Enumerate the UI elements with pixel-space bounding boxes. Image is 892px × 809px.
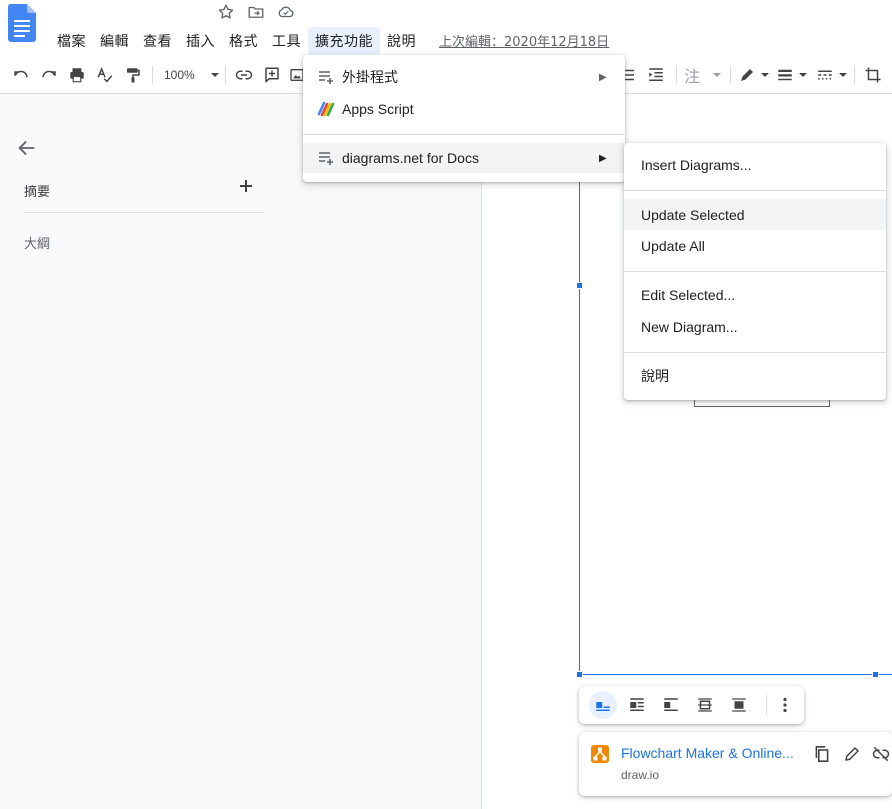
link-preview-card: Flowchart Maker & Online... draw.io	[579, 732, 892, 796]
resize-handle[interactable]	[576, 671, 583, 678]
toolbar-divider	[730, 66, 731, 84]
diagrams-net-submenu: Insert Diagrams... Update Selected Updat…	[624, 143, 886, 400]
summary-heading: 摘要	[24, 185, 51, 200]
menu-view[interactable]: 查看	[136, 27, 179, 55]
add-comment-icon[interactable]	[261, 64, 283, 86]
spellcheck-icon[interactable]	[94, 64, 116, 86]
inline-wrap-icon[interactable]	[589, 691, 617, 719]
resize-handle[interactable]	[872, 671, 879, 678]
chevron-down-icon	[799, 73, 807, 77]
chevron-down-icon	[839, 73, 847, 77]
paint-format-icon[interactable]	[122, 64, 144, 86]
submenu-help[interactable]: 說明	[624, 360, 886, 391]
border-dash-icon	[818, 70, 832, 80]
menu-divider	[624, 271, 886, 272]
drawio-logo-icon	[591, 745, 609, 763]
break-text-icon[interactable]	[657, 691, 685, 719]
submenu-arrow-icon: ▶	[599, 152, 607, 164]
star-icon[interactable]	[216, 2, 236, 22]
panel-divider	[24, 212, 263, 213]
crop-icon[interactable]	[862, 64, 884, 86]
border-weight-icon	[778, 69, 792, 81]
more-options-icon[interactable]	[771, 691, 799, 719]
submenu-edit-selected[interactable]: Edit Selected...	[624, 279, 886, 310]
toolbar-divider	[766, 695, 767, 715]
highlight-pen-menu[interactable]	[738, 64, 770, 86]
addons-icon	[319, 152, 333, 165]
menu-item-label: Apps Script	[342, 101, 414, 117]
wrap-text-icon[interactable]	[623, 691, 651, 719]
chevron-down-icon	[211, 73, 219, 77]
copy-link-icon[interactable]	[811, 743, 833, 765]
menu-bar: 檔案 編輯 查看 插入 格式 工具 擴充功能 說明 上次編輯：2020年12月1…	[50, 26, 609, 55]
border-dash-menu[interactable]	[816, 64, 848, 86]
menu-divider	[303, 134, 625, 135]
submenu-insert-diagrams[interactable]: Insert Diagrams...	[624, 149, 886, 180]
menu-item-diagrams-net[interactable]: diagrams.net for Docs ▶	[303, 143, 625, 173]
title-bar: 檔案 編輯 查看 插入 格式 工具 擴充功能 說明 上次編輯：2020年12月1…	[0, 0, 892, 56]
submenu-item-label: New Diagram...	[641, 318, 738, 335]
menu-format[interactable]: 格式	[222, 27, 265, 55]
edit-link-icon[interactable]	[841, 743, 863, 765]
remove-link-icon[interactable]	[871, 743, 892, 765]
toolbar-divider	[152, 66, 153, 84]
google-docs-logo-icon[interactable]	[8, 4, 36, 42]
last-edit-link[interactable]: 上次編輯：2020年12月18日	[439, 31, 609, 50]
addons-icon	[319, 71, 333, 84]
submenu-item-label: Insert Diagrams...	[641, 156, 752, 173]
chevron-down-icon	[713, 73, 721, 77]
zoom-value: 100%	[164, 68, 195, 82]
undo-icon[interactable]	[10, 64, 32, 86]
cloud-saved-icon[interactable]	[276, 2, 296, 22]
link-url: draw.io	[621, 768, 660, 782]
zoom-select[interactable]: 100%	[164, 64, 220, 86]
submenu-item-label: Update All	[641, 237, 705, 254]
menu-divider	[624, 190, 886, 191]
toolbar-divider	[225, 66, 226, 84]
menu-extensions[interactable]: 擴充功能	[308, 26, 380, 55]
submenu-item-label: Update Selected	[641, 206, 745, 223]
menu-item-apps-script[interactable]: Apps Script	[303, 94, 625, 124]
menu-item-label: diagrams.net for Docs	[342, 150, 479, 166]
toolbar-divider	[676, 66, 677, 84]
submenu-new-diagram[interactable]: New Diagram...	[624, 311, 886, 342]
menu-item-label: 外掛程式	[342, 69, 398, 85]
border-weight-menu[interactable]	[776, 64, 808, 86]
menu-divider	[624, 352, 886, 353]
resize-handle[interactable]	[576, 282, 583, 289]
strikethrough-menu[interactable]: 注	[684, 64, 722, 86]
menu-item-addons[interactable]: 外掛程式 ▶	[303, 62, 625, 92]
menu-insert[interactable]: 插入	[179, 27, 222, 55]
print-icon[interactable]	[66, 64, 88, 86]
link-icon[interactable]	[233, 64, 255, 86]
menu-help[interactable]: 說明	[380, 27, 423, 55]
submenu-item-label: 說明	[641, 367, 669, 384]
toolbar-divider	[854, 66, 855, 84]
apps-script-icon	[317, 101, 335, 117]
menu-file[interactable]: 檔案	[50, 27, 93, 55]
indent-increase-icon[interactable]	[645, 64, 667, 86]
chevron-down-icon	[761, 73, 769, 77]
submenu-update-selected[interactable]: Update Selected	[624, 199, 886, 230]
outline-heading: 大綱	[24, 237, 51, 252]
document-outline-panel: 摘要 大綱	[0, 95, 290, 809]
menu-edit[interactable]: 編輯	[93, 27, 136, 55]
behind-text-icon[interactable]	[691, 691, 719, 719]
back-arrow-icon[interactable]	[16, 137, 38, 159]
menu-tools[interactable]: 工具	[265, 27, 308, 55]
extensions-menu: 外掛程式 ▶ Apps Script diagrams.net for Docs…	[303, 55, 625, 182]
redo-icon[interactable]	[38, 64, 60, 86]
add-summary-icon[interactable]	[237, 177, 255, 195]
submenu-arrow-icon: ▶	[599, 71, 607, 83]
move-folder-icon[interactable]	[246, 2, 266, 22]
strikethrough-label: 注	[684, 67, 701, 86]
submenu-update-all[interactable]: Update All	[624, 230, 886, 261]
link-title[interactable]: Flowchart Maker & Online...	[621, 745, 794, 761]
in-front-of-text-icon[interactable]	[725, 691, 753, 719]
image-options-toolbar	[579, 686, 804, 724]
submenu-item-label: Edit Selected...	[641, 286, 736, 303]
pen-icon	[741, 69, 753, 81]
